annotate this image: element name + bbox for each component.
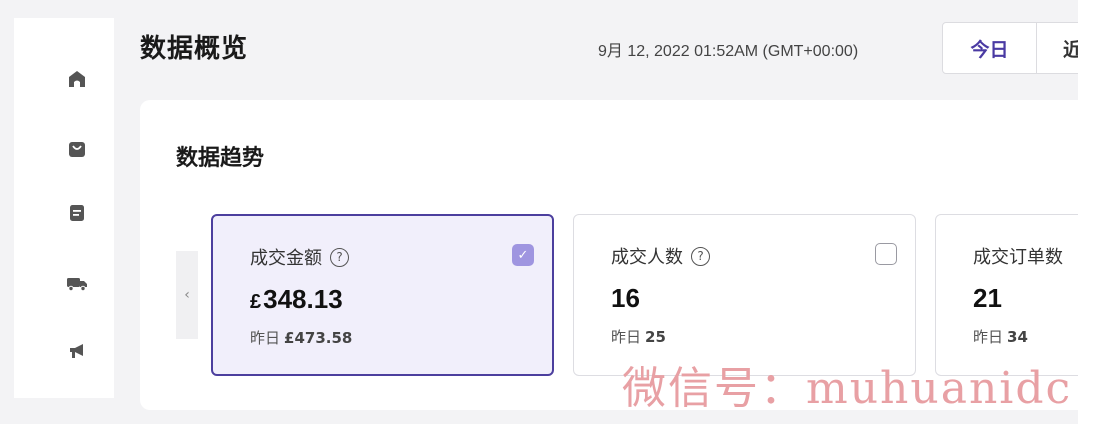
card-label-text: 成交金额 — [250, 248, 322, 269]
card-value: 21 — [973, 283, 1002, 313]
range-recent-button[interactable]: 近 — [1037, 23, 1078, 73]
card-label-text: 成交人数 — [611, 247, 683, 268]
document-icon[interactable] — [66, 202, 88, 224]
previous-value: 25 — [645, 328, 666, 346]
carousel-prev-button[interactable]: ‹ — [176, 251, 198, 339]
help-icon[interactable]: ? — [691, 246, 710, 266]
card-label: 成交人数 ? — [611, 243, 710, 269]
previous-value: 34 — [1007, 328, 1028, 346]
app-canvas: 数据概览 9月 12, 2022 01:52AM (GMT+00:00) 今日 … — [0, 0, 1078, 424]
card-previous: 昨日 34 — [973, 326, 1028, 347]
range-today-button[interactable]: 今日 — [943, 23, 1037, 73]
watermark-text: 微信号：muhuanidc — [622, 363, 1073, 414]
card-checkbox[interactable] — [875, 243, 897, 265]
date-range-tabs: 今日 近 — [942, 22, 1078, 74]
card-previous: 昨日 £473.58 — [250, 327, 352, 348]
card-label: 成交订单数 — [973, 243, 1063, 269]
previous-label: 昨日 — [250, 329, 281, 347]
home-icon[interactable] — [66, 68, 88, 90]
truck-icon[interactable] — [66, 272, 88, 294]
card-value: £348.13 — [250, 284, 343, 315]
previous-value: £473.58 — [284, 329, 353, 347]
metric-card-sales-amount[interactable]: 成交金额 ? ✓ £348.13 昨日 £473.58 — [211, 214, 554, 376]
section-title: 数据趋势 — [176, 146, 265, 171]
page-title: 数据概览 — [140, 34, 249, 64]
card-checkbox[interactable]: ✓ — [512, 244, 534, 266]
card-label: 成交金额 ? — [250, 244, 349, 270]
timestamp: 9月 12, 2022 01:52AM (GMT+00:00) — [598, 43, 859, 60]
sidebar — [14, 18, 114, 398]
previous-label: 昨日 — [973, 328, 1004, 346]
currency-symbol: £ — [250, 291, 262, 313]
card-label-text: 成交订单数 — [973, 247, 1063, 268]
card-value: 16 — [611, 283, 640, 313]
shopping-bag-icon[interactable] — [66, 138, 88, 160]
card-previous: 昨日 25 — [611, 326, 666, 347]
card-value-number: 348.13 — [263, 284, 343, 314]
help-icon[interactable]: ? — [330, 247, 349, 267]
previous-label: 昨日 — [611, 328, 642, 346]
megaphone-icon[interactable] — [66, 340, 88, 362]
